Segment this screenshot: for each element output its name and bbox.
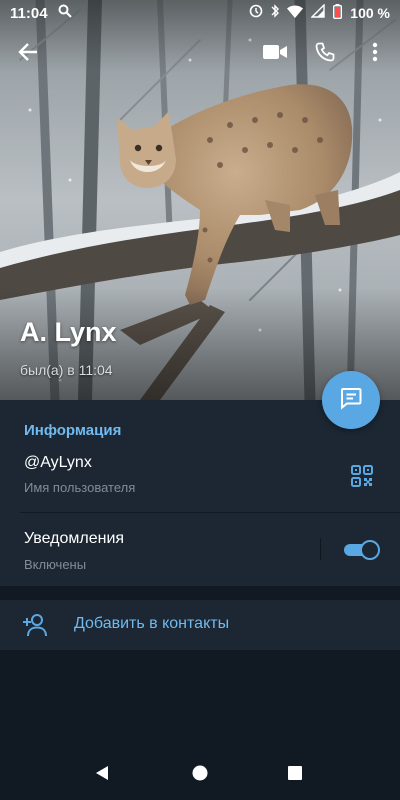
top-toolbar — [0, 32, 400, 76]
info-section: Информация @AyLynx Имя пользователя Увед… — [0, 400, 400, 586]
more-options-button[interactable] — [355, 32, 395, 76]
alarm-icon — [249, 4, 263, 22]
video-call-button[interactable] — [255, 32, 295, 76]
signal-icon — [310, 3, 325, 22]
empty-area — [0, 650, 400, 750]
last-seen-status: был(а) в 11:04 — [20, 362, 113, 378]
add-to-contacts-button[interactable]: Добавить в контакты — [0, 600, 400, 650]
search-icon — [58, 4, 72, 22]
nav-back-button[interactable] — [90, 763, 114, 787]
profile-header: 11:04 100 % A. Lynx был(а) в 11:04 — [0, 0, 400, 400]
system-nav-bar — [0, 750, 400, 800]
message-icon — [339, 386, 363, 415]
add-user-icon — [22, 612, 48, 638]
notifications-status: Включены — [24, 557, 87, 572]
video-camera-icon — [262, 43, 288, 66]
square-recents-icon — [287, 765, 303, 786]
toggle-knob — [360, 540, 380, 560]
username-value: @AyLynx — [24, 454, 92, 471]
qr-code-button[interactable] — [350, 464, 374, 488]
vertical-divider — [320, 538, 321, 560]
arrow-left-icon — [17, 41, 39, 68]
notifications-row[interactable]: Уведомления Включены — [0, 526, 400, 576]
username-caption: Имя пользователя — [24, 480, 136, 495]
triangle-back-icon — [93, 764, 111, 787]
battery-icon — [333, 3, 343, 23]
back-button[interactable] — [8, 32, 48, 76]
qr-code-icon — [350, 465, 374, 492]
nav-home-button[interactable] — [188, 763, 212, 787]
username-row[interactable]: @AyLynx Имя пользователя — [0, 450, 400, 512]
battery-level: 100 % — [350, 5, 390, 21]
circle-home-icon — [191, 764, 209, 787]
bluetooth-icon — [271, 4, 280, 22]
nav-recents-button[interactable] — [283, 763, 307, 787]
divider — [20, 512, 400, 513]
call-button[interactable] — [305, 32, 345, 76]
notifications-toggle[interactable] — [342, 540, 380, 560]
notifications-title: Уведомления — [24, 530, 125, 547]
info-section-title: Информация — [24, 422, 122, 439]
status-icons: 100 % — [249, 3, 390, 23]
status-time: 11:04 — [10, 4, 48, 22]
send-message-button[interactable] — [322, 371, 380, 429]
phone-icon — [315, 42, 335, 67]
wifi-icon — [287, 5, 304, 22]
section-gap — [0, 586, 400, 600]
add-to-contacts-label: Добавить в контакты — [74, 615, 230, 632]
profile-name: A. Lynx — [20, 317, 117, 347]
status-bar: 11:04 100 % — [0, 0, 400, 26]
more-vertical-icon — [372, 42, 378, 67]
